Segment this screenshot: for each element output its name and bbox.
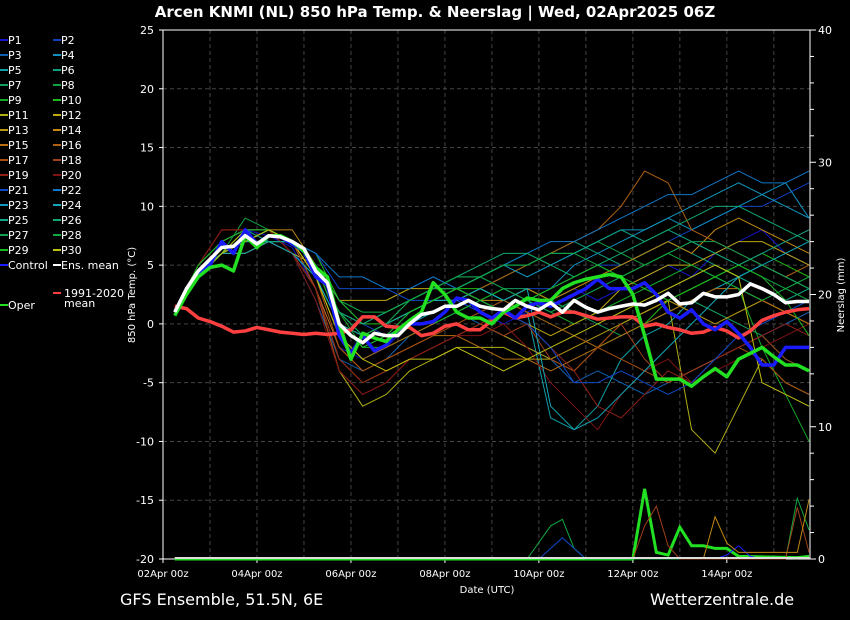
y-tick-label: -5 [143, 377, 154, 390]
legend-label: P2 [61, 34, 75, 47]
legend-label: P26 [61, 214, 82, 227]
legend-label: P9 [8, 94, 22, 107]
y2-tick-label: 10 [818, 421, 832, 434]
x-tick-label: 08Apr 00z [419, 569, 470, 580]
footer-model-info: GFS Ensemble, 51.5N, 6E [120, 590, 323, 609]
legend-label: P23 [8, 199, 29, 212]
legend-label: P24 [61, 199, 82, 212]
precip-line-p28 [526, 496, 810, 560]
legend-label: P6 [61, 64, 75, 77]
chart-title: Arcen KNMI (NL) 850 hPa Temp. & Neerslag… [155, 3, 716, 22]
y-tick-label: 0 [147, 318, 154, 331]
legend-label: P18 [61, 154, 82, 167]
footer-source: Wetterzentrale.de [650, 590, 794, 609]
y-tick-label: 10 [140, 200, 154, 213]
legend-label: P12 [61, 109, 82, 122]
y-tick-label: 15 [140, 142, 154, 155]
y-tick-label: -15 [136, 494, 154, 507]
legend-label: P7 [8, 79, 22, 92]
legend-label-ens-mean: Ens. mean [61, 259, 119, 272]
legend-label: P27 [8, 229, 29, 242]
precip-line-p14 [702, 499, 810, 560]
chart-canvas: Arcen KNMI (NL) 850 hPa Temp. & Neerslag… [0, 3, 847, 609]
legend-label: P3 [8, 49, 22, 62]
y-tick-label: -10 [136, 435, 154, 448]
y2-tick-label: 0 [818, 553, 825, 566]
y2-axis-label: Neerslag (mm) [836, 257, 847, 332]
legend-label: P28 [61, 229, 82, 242]
legend-label-climate-mean-2: mean [64, 297, 95, 310]
precip-line-p21 [538, 537, 587, 560]
x-tick-label: 12Apr 00z [607, 569, 658, 580]
y2-tick-label: 40 [818, 24, 832, 37]
legend-label: P13 [8, 124, 29, 137]
legend: P1 P2 P3 P4 P5 P6 P7 P8 P9 P10 P11 P12 P13 P14 P15 P16 P… [0, 34, 124, 312]
y-tick-label: -20 [136, 553, 154, 566]
legend-label: P25 [8, 214, 29, 227]
x-tick-label: 14Apr 00z [701, 569, 752, 580]
precip-line-p18 [632, 504, 810, 560]
x-axis-label: Date (UTC) [460, 585, 515, 596]
legend-label: P21 [8, 184, 29, 197]
legend-label: P14 [61, 124, 82, 137]
y-axis-label: 850 hPa Temp. (°C) [127, 247, 138, 343]
legend-label: P10 [61, 94, 82, 107]
legend-label: P20 [61, 169, 82, 182]
ensemble-chart: Arcen KNMI (NL) 850 hPa Temp. & Neerslag… [0, 0, 850, 620]
y-tick-label: 20 [140, 83, 154, 96]
y2-tick-label: 30 [818, 156, 832, 169]
member-line-p23 [174, 182, 810, 325]
legend-label: P8 [61, 79, 75, 92]
x-tick-label: 04Apr 00z [231, 569, 282, 580]
legend-label: P16 [61, 139, 82, 152]
legend-label: P5 [8, 64, 22, 77]
legend-label: P17 [8, 154, 29, 167]
legend-label: P4 [61, 49, 75, 62]
x-tick-label: 02Apr 00z [137, 569, 188, 580]
legend-label-oper: Oper [8, 299, 35, 312]
legend-label: P11 [8, 109, 29, 122]
legend-label: P29 [8, 244, 29, 257]
y-tick-label: 5 [147, 259, 154, 272]
legend-label-control: Control [8, 259, 48, 272]
y-tick-label: 25 [140, 24, 154, 37]
y2-tick-label: 20 [818, 289, 832, 302]
legend-label: P22 [61, 184, 82, 197]
x-tick-label: 06Apr 00z [325, 569, 376, 580]
x-tick-label: 10Apr 00z [513, 569, 564, 580]
legend-label: P30 [61, 244, 82, 257]
legend-label: P19 [8, 169, 29, 182]
legend-label: P15 [8, 139, 29, 152]
legend-label: P1 [8, 34, 22, 47]
